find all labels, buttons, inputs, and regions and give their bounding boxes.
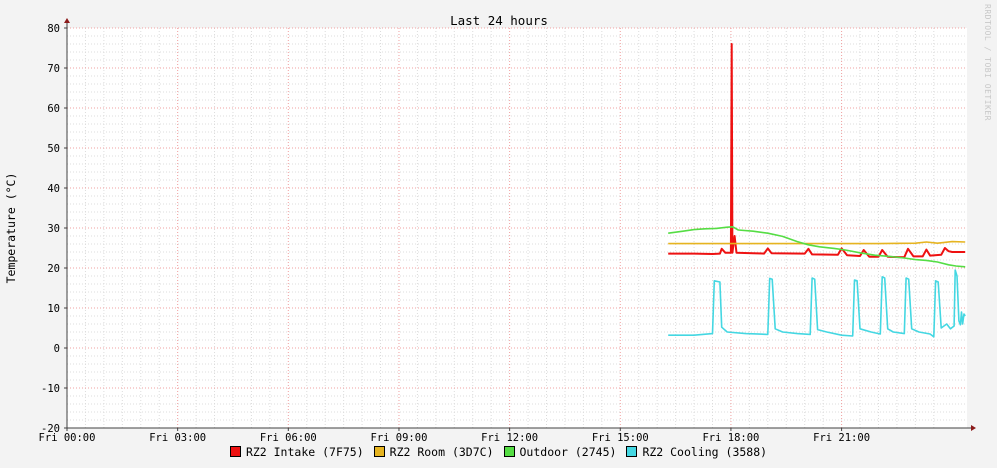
legend-item: RZ2 Intake (7F75): [229, 445, 364, 459]
x-tick-label: Fri 06:00: [260, 432, 317, 444]
y-tick-label: 20: [47, 263, 60, 275]
y-axis-arrow: [64, 18, 70, 23]
y-tick-label: 10: [47, 303, 60, 315]
y-tick-label: 60: [47, 103, 60, 115]
y-tick-label: 40: [47, 183, 60, 195]
legend-item: Outdoor (2745): [503, 445, 617, 459]
x-tick-label: Fri 09:00: [371, 432, 428, 444]
x-tick-label: Fri 21:00: [813, 432, 870, 444]
x-tick-label: Fri 15:00: [592, 432, 649, 444]
chart-title: Last 24 hours: [450, 13, 548, 28]
legend-label: Outdoor (2745): [519, 445, 617, 459]
x-tick-label: Fri 00:00: [39, 432, 96, 444]
legend: RZ2 Intake (7F75) RZ2 Room (3D7C) Outdoor …: [0, 445, 997, 459]
y-tick-label: 80: [47, 23, 60, 35]
watermark: RRDTOOL / TOBI OETIKER: [983, 4, 992, 121]
legend-swatch: [626, 446, 638, 457]
grid: [66, 27, 967, 429]
y-tick-label: 70: [47, 63, 60, 75]
y-tick-label: -10: [41, 383, 60, 395]
x-tick-label: Fri 03:00: [149, 432, 206, 444]
legend-label: RZ2 Intake (7F75): [245, 445, 364, 459]
chart-canvas: 80 70 60 50 40 30 20 10 0 -10 -20 Fri 00:00 Fri 03:0…: [0, 0, 997, 468]
legend-label: RZ2 Room (3D7C): [389, 445, 494, 459]
legend-item: RZ2 Cooling (3588): [626, 445, 767, 459]
legend-item: RZ2 Room (3D7C): [373, 445, 494, 459]
legend-swatch: [503, 446, 515, 457]
x-axis-arrow: [971, 425, 976, 431]
y-axis-label: Temperature (°C): [4, 173, 18, 284]
temperature-chart: 80706050403020100-10-20Fri 00:00 Fri 03:0…: [4, 13, 976, 444]
y-tick-label: 0: [54, 343, 60, 355]
y-tick-label: 30: [47, 223, 60, 235]
x-tick-label: Fri 18:00: [702, 432, 759, 444]
legend-swatch: [229, 446, 241, 457]
legend-label: RZ2 Cooling (3588): [642, 445, 768, 459]
y-tick-label: 50: [47, 143, 60, 155]
legend-swatch: [373, 446, 385, 457]
x-tick-label: Fri 12:00: [481, 432, 538, 444]
